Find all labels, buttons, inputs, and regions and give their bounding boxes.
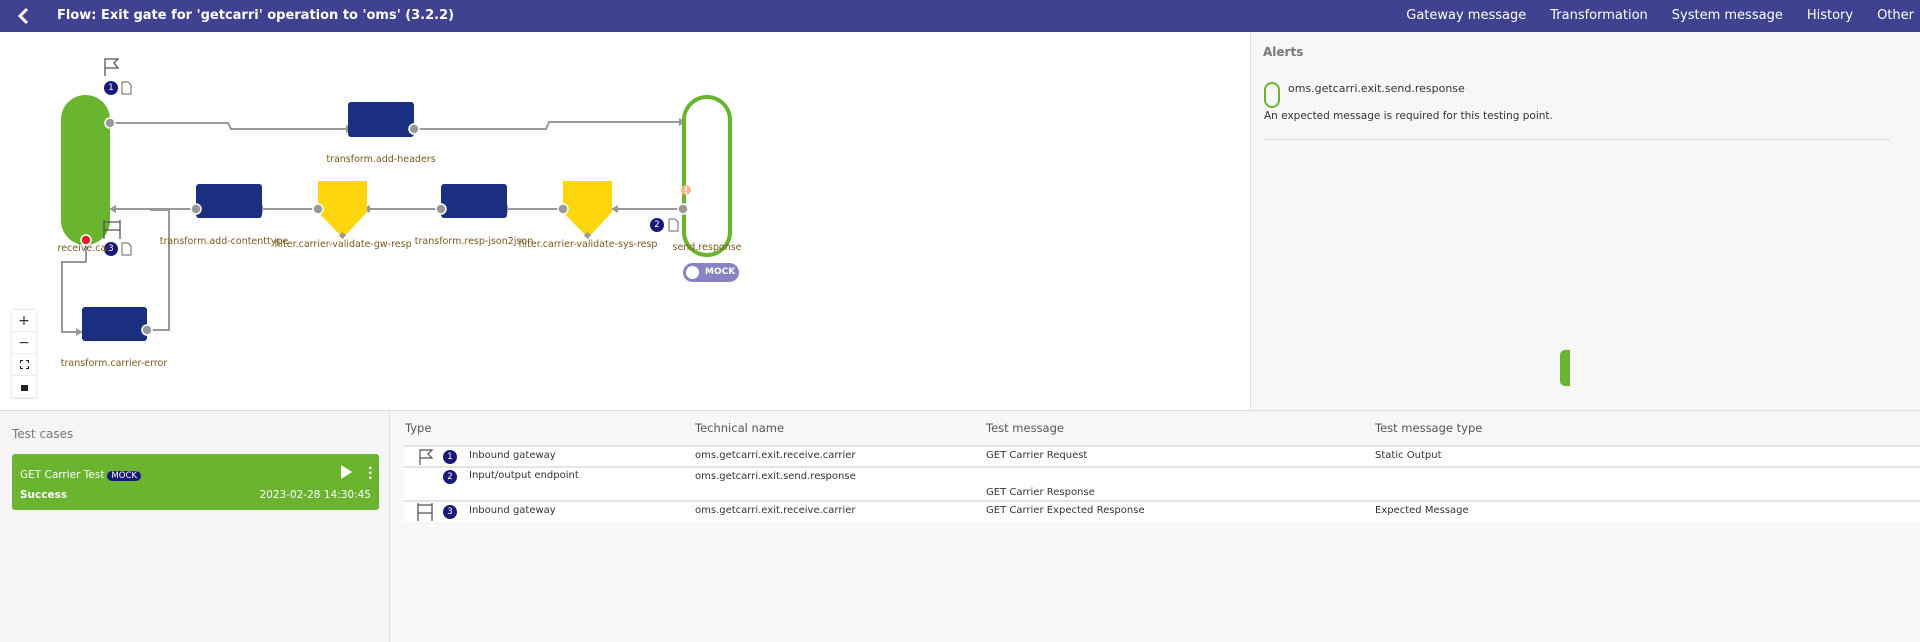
row-test-message-type: Static Output	[1375, 450, 1442, 461]
mock-badge: MOCK	[107, 471, 141, 481]
edge	[110, 122, 346, 130]
row-test-message[interactable]: GET Carrier Request	[986, 450, 1087, 461]
row-test-message-type: Expected Message	[1375, 505, 1469, 516]
row-technical-name: oms.getcarri.exit.receive.carrier	[695, 505, 856, 516]
row-number: 2	[443, 470, 457, 484]
more-options-icon[interactable]: · · ·	[368, 462, 373, 484]
mock-toggle[interactable]: MOCK	[683, 263, 739, 282]
filter-node-validate-gw-resp[interactable]	[318, 181, 367, 238]
badge-1: 1	[104, 81, 118, 95]
nav-transformation[interactable]: Transformation	[1550, 8, 1648, 23]
side-panel-handle[interactable]	[1560, 350, 1570, 386]
test-case-name: GET Carrier Test	[20, 469, 105, 481]
row-test-message[interactable]: GET Carrier Expected Response	[986, 505, 1145, 516]
row-technical-name: oms.getcarri.exit.send.response	[695, 471, 856, 482]
output-port[interactable]	[312, 203, 324, 215]
lock-icon	[20, 385, 28, 391]
nav-other[interactable]: Other	[1877, 8, 1914, 23]
transform-node-carrier-error[interactable]	[82, 307, 147, 341]
fit-view-button[interactable]	[12, 354, 36, 376]
row-technical-name: oms.getcarri.exit.receive.carrier	[695, 450, 856, 461]
filter-node-validate-sys-resp[interactable]	[563, 181, 612, 238]
row-type: Inbound gateway	[469, 450, 556, 461]
output-port[interactable]	[677, 203, 689, 215]
row-type: Input/output endpoint	[469, 470, 579, 481]
row-type: Inbound gateway	[469, 505, 556, 516]
flag-icon	[104, 58, 120, 76]
transform-node-add-headers[interactable]	[348, 102, 414, 137]
fit-view-icon	[19, 360, 29, 369]
node-label: transform.carrier-error	[60, 358, 168, 369]
output-port[interactable]	[557, 203, 569, 215]
back-arrow-icon[interactable]	[14, 6, 34, 26]
column-header-test-message: Test message	[986, 421, 1064, 435]
column-header-technical-name: Technical name	[695, 421, 785, 435]
row-number: 3	[443, 505, 457, 519]
node-label: receive.carrier	[57, 243, 108, 254]
zoom-in-button[interactable]: +	[12, 310, 36, 332]
test-cases-title: Test cases	[12, 427, 74, 441]
test-status: Success	[20, 489, 68, 501]
nav-gateway-message[interactable]: Gateway message	[1406, 8, 1526, 23]
badge-2: 2	[650, 218, 664, 232]
divider	[1263, 139, 1890, 140]
node-label: send.response	[672, 242, 742, 253]
output-port[interactable]	[190, 203, 202, 215]
transform-node-resp-json2json[interactable]	[441, 184, 507, 218]
node-label: transform.add-headers	[326, 154, 436, 165]
nav-system-message[interactable]: System message	[1672, 8, 1783, 23]
transform-node-add-contenttype[interactable]	[196, 184, 262, 218]
table-row[interactable]: 1 Inbound gateway oms.getcarri.exit.rece…	[404, 445, 1920, 466]
node-label: filter.carrier-validate-gw-resp	[274, 239, 412, 250]
table-row[interactable]: 2 Input/output endpoint oms.getcarri.exi…	[404, 466, 1920, 500]
row-test-message[interactable]: GET Carrier Response	[986, 487, 1095, 498]
flag-icon	[419, 449, 434, 465]
test-cases-panel: Test cases GET Carrier Test MOCK · · · Succ…	[0, 410, 390, 642]
alert-name[interactable]: oms.getcarri.exit.send.response	[1288, 82, 1465, 95]
output-port[interactable]	[141, 324, 153, 336]
header-nav: Gateway message Transformation System me…	[1406, 8, 1920, 23]
output-port[interactable]	[408, 123, 420, 135]
flow-diagram	[61, 58, 732, 341]
play-icon[interactable]	[341, 465, 352, 479]
finish-gate-icon	[417, 503, 433, 521]
edge	[147, 209, 170, 331]
endpoint-node-send-response[interactable]	[682, 95, 732, 257]
node-label: transform.add-contenttype	[159, 236, 289, 247]
lock-button[interactable]	[12, 376, 36, 398]
column-header-type: Type	[405, 421, 432, 435]
flow-canvas[interactable]: 1 3 2 receive.carrier transform.add-head…	[0, 32, 1250, 410]
nav-history[interactable]: History	[1807, 8, 1853, 23]
alerts-panel: Alerts oms.getcarri.exit.send.response A…	[1250, 32, 1920, 410]
test-points-table: Type Technical name Test message Test me…	[390, 410, 1920, 642]
output-port[interactable]	[435, 203, 447, 215]
table-row[interactable]: 3 Inbound gateway oms.getcarri.exit.rece…	[404, 500, 1920, 522]
edge	[414, 121, 680, 130]
zoom-out-button[interactable]: −	[12, 332, 36, 354]
node-label: filter.carrier-validate-sys-resp	[518, 239, 658, 250]
warning-icon	[681, 185, 691, 195]
output-port[interactable]	[104, 117, 116, 129]
top-bar: Flow: Exit gate for 'getcarri' operation…	[0, 0, 1920, 32]
column-header-test-message-type: Test message type	[1375, 421, 1483, 435]
zoom-controls: + −	[12, 310, 36, 398]
node-label: transform.resp-json2json	[414, 236, 534, 247]
gateway-node-receive-carrier[interactable]	[61, 95, 110, 245]
alerts-title: Alerts	[1263, 45, 1304, 59]
endpoint-icon	[1264, 82, 1280, 108]
alert-message: An expected message is required for this…	[1264, 110, 1553, 122]
test-date: 2023-02-28 14:30:45	[259, 489, 371, 501]
test-case-card[interactable]: GET Carrier Test MOCK · · · Success 2023-02…	[12, 454, 379, 510]
row-number: 1	[443, 450, 457, 464]
page-title: Flow: Exit gate for 'getcarri' operation…	[57, 8, 455, 23]
